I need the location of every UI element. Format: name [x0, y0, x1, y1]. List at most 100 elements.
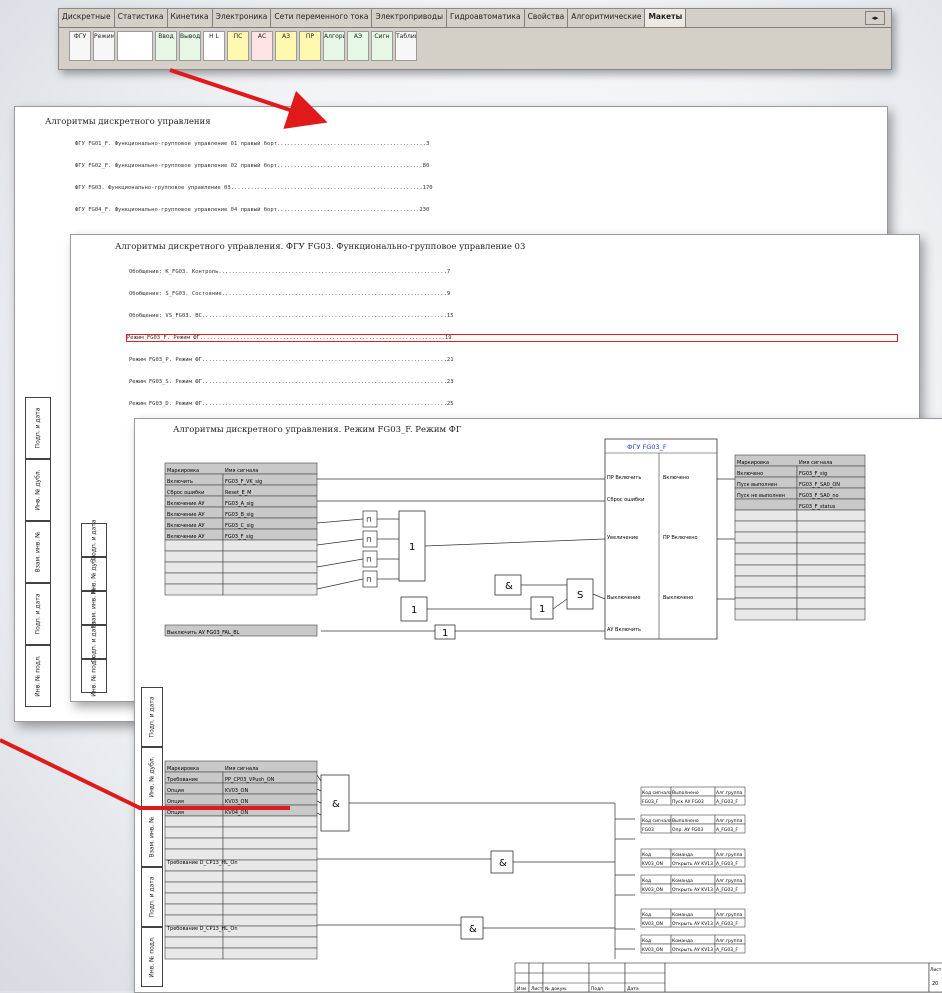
or-gate-symbol: 1	[411, 605, 417, 616]
toolbar-tab[interactable]: Кинетика	[168, 9, 213, 27]
toc-row[interactable]: Обобщение: S_FG03. Состояние............…	[129, 291, 899, 297]
table-cell-text: Требование D_CP13_HL_On	[166, 860, 238, 866]
toc-row[interactable]: Обобщение: VS_FG03. ВС..................…	[129, 313, 899, 319]
stamp-label: № докум.	[545, 986, 567, 992]
cmd-table-text: Пуск АУ FG03	[672, 799, 704, 805]
fgu-output-label: Включено	[663, 475, 689, 481]
cmd-table-text: A_FG03_F	[716, 947, 738, 953]
toc-row[interactable]: ФГУ FG03. Функционально-групповое управл…	[75, 185, 855, 191]
toolbar-tab[interactable]: Сети переменного тока	[271, 9, 373, 27]
table-cell	[222, 539, 318, 552]
toolbar-tool-button[interactable]	[117, 31, 153, 61]
toc-row[interactable]: Режим FG03_P. Режим ФГ..................…	[129, 357, 899, 363]
wire	[424, 538, 606, 547]
side-stamp-label: Инв. № дубл.	[34, 469, 42, 511]
table-cell-text: Сброс ошибки	[167, 490, 204, 496]
fgu-input-label: ПР Включить	[607, 475, 641, 481]
table-cell	[796, 531, 866, 544]
toolbar-tab[interactable]: Дискретные	[59, 9, 115, 27]
table-cell-text: Опция	[167, 788, 184, 794]
toc-row[interactable]: Режим FG03_D. Режим ФГ..................…	[129, 401, 899, 407]
toolbar-tool-button[interactable]: Режим	[93, 31, 115, 61]
toolbar-tool-button[interactable]: Вывод	[179, 31, 201, 61]
table-cell-text: KV03_ON	[225, 788, 248, 794]
toc-row[interactable]: ФГУ FG04_F. Функционально-групповое упра…	[75, 207, 855, 213]
toolbar-tool-button[interactable]: Ввод	[155, 31, 177, 61]
table-cell	[796, 520, 866, 533]
toolbar-tab[interactable]: Макеты	[645, 9, 687, 27]
wire	[316, 538, 364, 546]
table-cell	[222, 947, 318, 960]
table-cell	[734, 498, 798, 511]
table-cell	[164, 539, 224, 552]
toolbar-tool-button[interactable]: ПР	[299, 31, 321, 61]
toc-row[interactable]: ФГУ FG01_F. Функционально-групповое упра…	[75, 141, 855, 147]
cmd-table-text: Алг.группа	[716, 938, 743, 944]
table-cell-text: FG03_C_sig	[225, 523, 254, 529]
table-cell-text: Включение АУ	[167, 501, 205, 507]
table-cell	[222, 881, 318, 894]
side-stamp: Подп. и дата Инв. № дубл. Взам. инв. № Подп…	[81, 520, 107, 697]
scroll-arrows-icon[interactable]: ◂▸	[865, 11, 885, 25]
toolbar-tools: ФГУРежим ВводВыводН LПСАСАЗПРАлгоритмАЭСи…	[69, 31, 417, 61]
wire	[316, 578, 364, 590]
cmd-table-text: FG03	[642, 827, 654, 833]
table-header-cell: Имя сигнала	[799, 460, 832, 466]
table-cell	[796, 553, 866, 566]
not-gate-symbol: 1	[442, 628, 448, 639]
toc-row[interactable]: Режим FG03_S. Режим ФГ..................…	[129, 379, 899, 385]
toolbar-tab[interactable]: Статистика	[115, 9, 168, 27]
timer-symbol: ⊓	[366, 516, 371, 524]
side-stamp-cell: Инв. № подл.	[81, 655, 107, 697]
side-stamp-cell: Подп. и дата	[81, 520, 107, 560]
table-cell	[796, 564, 866, 577]
cmd-table-text: A_FG03_F	[716, 827, 738, 833]
toolbar-tool-button[interactable]: Сигн	[371, 31, 393, 61]
toolbar-tool-button[interactable]: ПС	[227, 31, 249, 61]
sheet-contents-title: Алгоритмы дискретного управления	[45, 117, 211, 127]
fgu-output-label: Выключено	[663, 595, 693, 601]
toc-row[interactable]: Обобщение: K_FG03. Контроль.............…	[129, 269, 899, 275]
table-cell-text: Включить	[167, 479, 193, 485]
cmd-table-text: Код	[642, 912, 651, 918]
toolbar-tab[interactable]: Свойства	[525, 9, 569, 27]
cmd-table-text: Алг.группа	[716, 818, 743, 824]
table-cell	[222, 903, 318, 916]
cmd-table-text: KV03_ON	[642, 887, 663, 893]
table-cell-text: KV03_ON	[225, 799, 248, 805]
toolbar-tool-button[interactable]: Алгоритм	[323, 31, 345, 61]
or-gate-symbol: 1	[409, 542, 415, 553]
table-cell-text: FG03_B_sig	[225, 512, 254, 518]
table-cell	[796, 509, 866, 522]
toolbar-tab[interactable]: Электроприводы	[372, 9, 448, 27]
toolbar-tool-button[interactable]: АЗ	[275, 31, 297, 61]
toc-row-selected[interactable]: Режим FG03_F. Режим ФГ..................…	[126, 334, 898, 342]
table-cell-text: FG03_A_sig	[225, 501, 254, 507]
side-stamp-cell: Инв. № дубл.	[25, 459, 51, 521]
toolbar-tool-button[interactable]: АС	[251, 31, 273, 61]
cmd-table-text: Алг.группа	[716, 878, 743, 884]
toolbar-tab[interactable]: Электроника	[213, 9, 272, 27]
toolbar-tool-button[interactable]: ФГУ	[69, 31, 91, 61]
table-cell-text: FG03_F_sig	[799, 471, 827, 477]
side-stamp-cell: Инв. № дубл.	[81, 553, 107, 595]
toc-row[interactable]: ФГУ FG02_F. Функционально-групповое упра…	[75, 163, 855, 169]
toolbar-tab[interactable]: Алгоритмические	[568, 9, 646, 27]
table-cell-text: Выключить АУ FG03_FAL_BL	[167, 630, 240, 636]
cmd-table-text: Выполнено	[672, 818, 699, 824]
table-cell	[734, 531, 798, 544]
table-cell	[222, 572, 318, 585]
table-cell	[222, 936, 318, 949]
toolbar-tool-button[interactable]: АЭ	[347, 31, 369, 61]
side-stamp-label: Взам. инв. №	[34, 531, 42, 573]
toolbar-tool-button[interactable]: Таблица	[395, 31, 417, 61]
toolbar-tab[interactable]: Гидроавтоматика	[447, 9, 525, 27]
table-header-cell: Маркировка	[167, 766, 199, 772]
toolbar-tool-button[interactable]: Н L	[203, 31, 225, 61]
table-cell	[164, 870, 224, 883]
and-gate-symbol: &	[469, 924, 477, 935]
table-cell	[734, 564, 798, 577]
table-cell-text: Включение АУ	[167, 512, 205, 518]
sheet-fgu-title: Алгоритмы дискретного управления. ФГУ FG…	[115, 242, 526, 252]
cmd-table-text: Код сигнала	[642, 790, 672, 796]
